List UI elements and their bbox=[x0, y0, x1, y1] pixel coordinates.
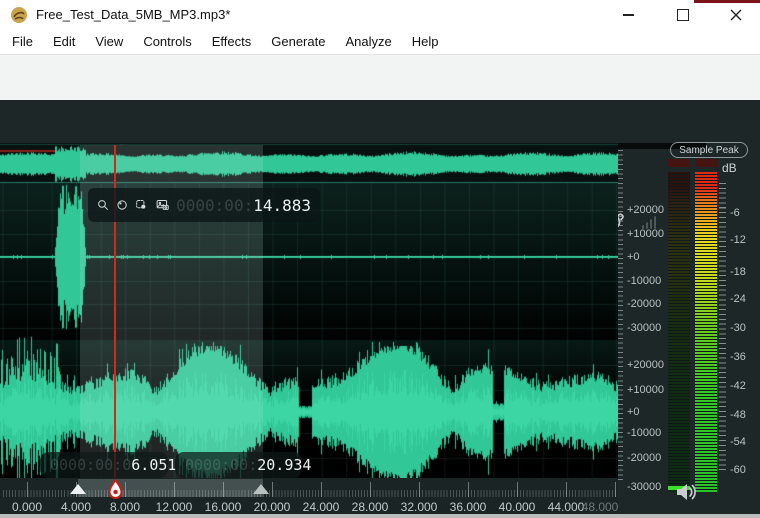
cursor-time-dim: 0000:00: bbox=[176, 196, 253, 215]
db-label: -60 bbox=[730, 464, 760, 476]
snapshot-tool-icon[interactable] bbox=[156, 195, 169, 215]
selection-tool-icon[interactable] bbox=[135, 195, 148, 215]
db-label: -12 bbox=[730, 234, 760, 246]
db-label: -24 bbox=[730, 293, 760, 305]
menu-view[interactable]: View bbox=[85, 30, 133, 54]
clip-indicator-left[interactable] bbox=[668, 159, 690, 167]
maximize-button[interactable] bbox=[663, 0, 703, 30]
ruler-selection-highlight bbox=[78, 479, 263, 497]
window-bottom-edge bbox=[0, 514, 760, 518]
knob-tool-icon[interactable] bbox=[116, 195, 128, 215]
time-label: 24.000 bbox=[297, 500, 345, 514]
amp-label: -20000 bbox=[627, 298, 663, 310]
time-label: 16.000 bbox=[199, 500, 247, 514]
selection-start-value: 6.051 bbox=[131, 456, 176, 474]
selection-end-dim: 0000:00: bbox=[185, 456, 257, 474]
db-unit-label: dB bbox=[722, 161, 737, 175]
app-window: Free_Test_Data_5MB_MP3.mp3* File Edit Vi… bbox=[0, 0, 760, 518]
db-label: -18 bbox=[730, 266, 760, 278]
amplitude-axis-ticks bbox=[618, 150, 623, 480]
selection-end-marker[interactable] bbox=[253, 484, 269, 494]
selection-start-dim: 0000:00:0 bbox=[50, 456, 131, 474]
db-label: -48 bbox=[730, 409, 760, 421]
amp-label: +10000 bbox=[627, 384, 663, 396]
db-label: -30 bbox=[730, 322, 760, 334]
menu-controls[interactable]: Controls bbox=[133, 30, 201, 54]
menu-help[interactable]: Help bbox=[402, 30, 449, 54]
amp-label: +20000 bbox=[627, 204, 663, 216]
transport-toolbar: i 44.1 kHz stereo -0000:00:08.819 bbox=[0, 54, 760, 101]
sample-peak-button[interactable]: Sample Peak bbox=[670, 142, 748, 158]
time-label: 48.000 bbox=[576, 500, 624, 514]
selection-end-pill: 0000:00: 20.934 bbox=[175, 452, 302, 478]
menu-edit[interactable]: Edit bbox=[43, 30, 85, 54]
amp-label: -20000 bbox=[627, 452, 663, 464]
cursor-time-readout: 0000:00:14.883 bbox=[176, 196, 311, 215]
time-label: 28.000 bbox=[346, 500, 394, 514]
menu-file[interactable]: File bbox=[2, 30, 43, 54]
amp-label: +0 bbox=[627, 406, 663, 418]
selection-start-pill: 0000:00:0 6.051 bbox=[40, 452, 168, 478]
background-window-sliver bbox=[694, 0, 760, 3]
close-button[interactable] bbox=[716, 0, 756, 30]
db-label: -36 bbox=[730, 351, 760, 363]
floating-toolbar: 0000:00:14.883 bbox=[88, 188, 320, 222]
time-label: 32.000 bbox=[395, 500, 443, 514]
time-label: 4.000 bbox=[52, 500, 100, 514]
time-label: 40.000 bbox=[493, 500, 541, 514]
level-meter-right bbox=[695, 172, 717, 492]
amp-label: +10000 bbox=[627, 228, 663, 240]
amp-label: -10000 bbox=[627, 275, 663, 287]
time-label: 8.000 bbox=[101, 500, 149, 514]
speaker-icon[interactable] bbox=[676, 482, 700, 502]
time-label: 0.000 bbox=[3, 500, 51, 514]
edit-toolbar bbox=[0, 100, 760, 143]
amp-label: +20000 bbox=[627, 359, 663, 371]
selection-end-value: 20.934 bbox=[257, 456, 311, 474]
menu-generate[interactable]: Generate bbox=[261, 30, 335, 54]
magnify-tool-icon[interactable] bbox=[97, 195, 109, 215]
selection-start-marker[interactable] bbox=[70, 484, 86, 494]
menu-bar: File Edit View Controls Effects Generate… bbox=[0, 30, 760, 54]
time-label: 20.000 bbox=[248, 500, 296, 514]
db-label: -6 bbox=[730, 207, 760, 219]
level-meter-left bbox=[668, 172, 690, 492]
minimize-button[interactable] bbox=[608, 0, 648, 30]
amp-label: -30000 bbox=[627, 481, 663, 493]
amp-label: -30000 bbox=[627, 322, 663, 334]
db-label: -54 bbox=[730, 436, 760, 448]
cursor-time-value: 14.883 bbox=[253, 196, 311, 215]
amp-label: -10000 bbox=[627, 427, 663, 439]
clip-indicator-right[interactable] bbox=[695, 159, 717, 167]
playhead-marker[interactable] bbox=[107, 479, 124, 500]
time-label: 12.000 bbox=[150, 500, 198, 514]
menu-analyze[interactable]: Analyze bbox=[335, 30, 401, 54]
db-scale-ticks bbox=[719, 183, 726, 471]
window-title: Free_Test_Data_5MB_MP3.mp3* bbox=[36, 7, 230, 22]
amp-label: +0 bbox=[627, 251, 663, 263]
menu-effects[interactable]: Effects bbox=[202, 30, 262, 54]
db-label: -42 bbox=[730, 380, 760, 392]
app-icon bbox=[10, 6, 28, 24]
title-bar: Free_Test_Data_5MB_MP3.mp3* bbox=[0, 0, 760, 30]
time-label: 36.000 bbox=[444, 500, 492, 514]
